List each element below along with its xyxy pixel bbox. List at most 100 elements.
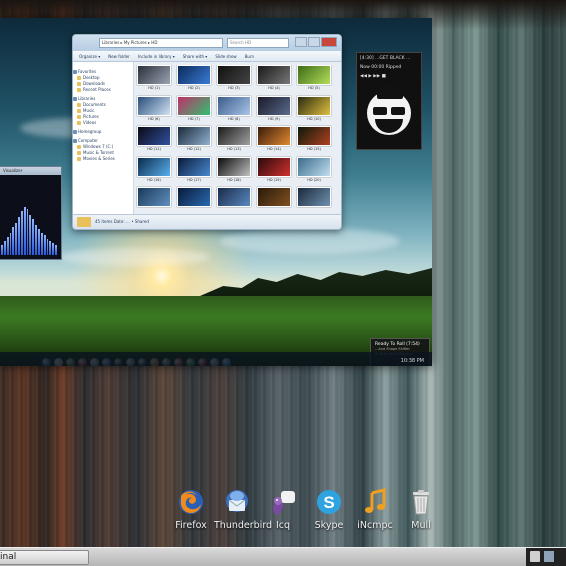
explorer-titlebar[interactable]: Libraries ▸ My Pictures ▸ HD Search HD xyxy=(73,35,341,51)
firefox-icon xyxy=(177,488,205,516)
image-thumbnail[interactable]: HD (7) xyxy=(177,95,211,122)
music-widget-line1: [4:30] ...GET BLACK ... xyxy=(360,56,411,61)
explorer-toolbar-item[interactable]: Burn xyxy=(245,54,254,59)
image-thumbnail[interactable]: HD (13) xyxy=(217,126,251,152)
thumbnail-caption: HD (1) xyxy=(148,86,160,90)
thumbnail-image xyxy=(297,126,331,147)
spectrum-bar xyxy=(49,241,52,255)
spectrum-bar xyxy=(18,217,20,255)
dock-item-incmpc[interactable]: iNcmpc xyxy=(352,488,398,531)
explorer-toolbar-item[interactable]: Include in library ▾ xyxy=(138,54,175,59)
cloud xyxy=(220,228,400,254)
image-thumbnail[interactable]: HD (8) xyxy=(217,95,251,122)
dock-item-thunderbird[interactable]: Thunderbird xyxy=(214,488,273,531)
image-thumbnail[interactable] xyxy=(257,187,291,213)
tray-monitor-icon[interactable] xyxy=(544,551,554,562)
image-thumbnail[interactable]: HD (14) xyxy=(257,126,291,152)
dock-item-label: Thunderbird xyxy=(214,520,273,531)
explorer-window[interactable]: Libraries ▸ My Pictures ▸ HD Search HD O… xyxy=(72,34,342,230)
music-widget-controls[interactable]: ◀◀ ▶ ▶▶ ■ xyxy=(357,74,421,83)
thumbnail-image xyxy=(177,156,211,177)
image-thumbnail[interactable]: HD (5) xyxy=(297,65,331,91)
image-thumbnail[interactable]: HD (16) xyxy=(137,156,171,183)
thumbnail-caption xyxy=(137,207,171,213)
explorer-toolbar-item[interactable]: Organize ▾ xyxy=(79,54,100,59)
window-controls xyxy=(295,37,337,47)
thumbnail-caption: HD (2) xyxy=(188,86,200,90)
dock-item-skype[interactable]: S Skype xyxy=(306,488,352,531)
svg-text:S: S xyxy=(323,493,334,512)
close-button[interactable] xyxy=(321,37,337,47)
thumbnail-image xyxy=(257,95,291,116)
image-thumbnail[interactable]: HD (20) xyxy=(297,156,331,183)
dock-item-icq[interactable]: Icq xyxy=(260,488,306,531)
spectrum-bar xyxy=(40,233,43,255)
thumbnail-caption: HD (20) xyxy=(307,177,321,182)
system-tray xyxy=(526,548,566,566)
thumbnail-caption: HD (16) xyxy=(147,177,161,182)
image-thumbnail[interactable]: HD (4) xyxy=(257,65,291,91)
explorer-address-bar[interactable]: Libraries ▸ My Pictures ▸ HD xyxy=(99,38,223,48)
explorer-toolbar-item[interactable]: New folder xyxy=(108,54,130,59)
thumbnail-caption: HD (9) xyxy=(268,116,280,121)
image-thumbnail[interactable] xyxy=(297,187,331,213)
dock-item-label: Firefox xyxy=(175,520,207,531)
image-thumbnail[interactable]: HD (17) xyxy=(177,156,211,183)
spectrum-bar xyxy=(37,229,40,255)
thumbnail-caption: HD (18) xyxy=(227,177,241,182)
thumbnail-image xyxy=(137,95,171,116)
dock-item-firefox[interactable]: Firefox xyxy=(168,488,214,531)
thumbnail-caption: HD (14) xyxy=(267,147,281,152)
image-thumbnail[interactable] xyxy=(137,187,171,213)
maximize-button[interactable] xyxy=(308,37,320,47)
minimize-button[interactable] xyxy=(295,37,307,47)
spectrum-bar xyxy=(32,219,35,255)
nav-item[interactable]: Recent Places xyxy=(73,87,133,93)
spectrum-bar xyxy=(6,237,9,255)
image-thumbnail[interactable]: HD (11) xyxy=(137,126,171,152)
thumbnail-caption xyxy=(177,207,211,213)
music-widget[interactable]: [4:30] ...GET BLACK ... Now 00:00 Ripped… xyxy=(356,52,422,150)
nav-item[interactable]: Homegroup xyxy=(73,129,133,135)
visualizer-window[interactable]: Visualizer xyxy=(0,166,62,260)
image-thumbnail[interactable]: HD (6) xyxy=(137,95,171,122)
spectrum-bar xyxy=(52,243,55,255)
nav-item[interactable]: Movies & Series xyxy=(73,156,133,162)
spectrum-bar xyxy=(43,235,46,255)
thumbnail-caption: HD (12) xyxy=(187,147,201,152)
folder-icon xyxy=(77,217,91,227)
image-thumbnail[interactable]: HD (12) xyxy=(177,126,211,152)
thumbnail-caption xyxy=(297,207,331,213)
explorer-search-input[interactable]: Search HD xyxy=(227,38,289,48)
image-thumbnail[interactable]: HD (15) xyxy=(297,126,331,152)
image-thumbnail[interactable]: HD (10) xyxy=(297,95,331,122)
dock-item-mull[interactable]: Mull xyxy=(398,488,444,531)
taskbar-button-terminal[interactable]: inal xyxy=(0,550,89,565)
screenshot-preview-window[interactable]: Libraries ▸ My Pictures ▸ HD Search HD O… xyxy=(0,18,432,366)
bottom-panel: inal xyxy=(0,547,566,566)
thumbnail-image xyxy=(217,65,251,85)
spectrum-bars xyxy=(1,205,57,255)
nav-item[interactable]: Videos xyxy=(73,120,133,126)
explorer-toolbar-item[interactable]: Share with ▾ xyxy=(183,54,208,59)
dock-item-label: Mull xyxy=(411,520,431,531)
image-thumbnail[interactable]: HD (3) xyxy=(217,65,251,91)
notification-title: Ready To Roll (7:54) xyxy=(375,342,420,347)
image-thumbnail[interactable]: HD (18) xyxy=(217,156,251,183)
thumbnail-caption: HD (13) xyxy=(227,147,241,152)
image-thumbnail[interactable]: HD (19) xyxy=(257,156,291,183)
image-thumbnail[interactable] xyxy=(217,187,251,213)
thumbnail-image xyxy=(257,156,291,177)
thumbnail-caption: HD (10) xyxy=(307,116,321,121)
image-thumbnail[interactable]: HD (9) xyxy=(257,95,291,122)
spectrum-bar xyxy=(29,215,32,255)
thumbnail-image xyxy=(177,65,211,85)
thumbnail-caption: HD (15) xyxy=(307,147,321,152)
image-thumbnail[interactable] xyxy=(177,187,211,213)
tray-document-icon[interactable] xyxy=(530,551,540,562)
image-thumbnail[interactable]: HD (1) xyxy=(137,65,171,91)
image-thumbnail[interactable]: HD (2) xyxy=(177,65,211,91)
explorer-toolbar-item[interactable]: Slide show xyxy=(215,54,236,59)
spectrum-bar xyxy=(46,239,49,255)
dock-item-label: Skype xyxy=(314,520,344,531)
